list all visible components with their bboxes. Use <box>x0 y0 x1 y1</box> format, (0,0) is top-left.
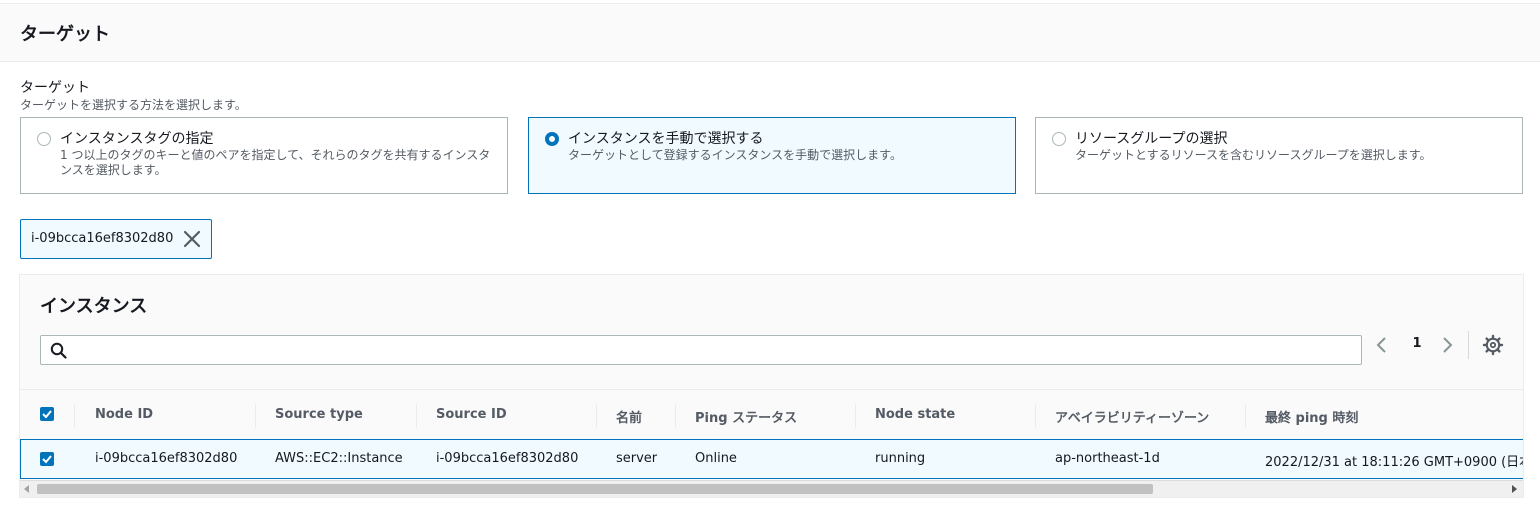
cell-last-ping: 2022/12/31 at 18:11:26 GMT+0900 (日本 <box>1265 455 1524 470</box>
page-number[interactable]: 1 <box>1406 336 1428 351</box>
tile-resource-group[interactable]: リソースグループの選択 ターゲットとするリソースを含むリソースグループを選択しま… <box>1035 117 1523 194</box>
cell-name: server <box>616 451 658 466</box>
column-header-last-ping[interactable]: 最終 ping 時刻 <box>1265 407 1358 426</box>
scroll-right-arrow-icon[interactable] <box>1512 485 1517 493</box>
column-separator <box>74 404 75 428</box>
table-header: Node ID Source type Source ID 名前 Ping ステ… <box>20 389 1523 439</box>
column-separator <box>1035 404 1036 428</box>
column-header-source-type[interactable]: Source type <box>275 407 363 422</box>
radio-manual-select[interactable] <box>545 132 559 146</box>
horizontal-scrollbar[interactable] <box>20 480 1523 497</box>
column-header-name[interactable]: 名前 <box>616 407 642 426</box>
close-icon[interactable] <box>181 228 203 250</box>
column-header-source-id[interactable]: Source ID <box>436 407 507 422</box>
cell-availability-zone: ap-northeast-1d <box>1055 451 1160 466</box>
tile-description: 1 つ以上のタグのキーと値のペアを指定して、それらのタグを共有するインスタンスを… <box>60 148 491 177</box>
select-all-checkbox[interactable] <box>40 407 54 421</box>
selected-instance-token: i-09bcca16ef8302d80 <box>20 219 212 259</box>
table-row[interactable]: i-09bcca16ef8302d80 AWS::EC2::Instance i… <box>20 439 1524 479</box>
panel-title: ターゲット <box>20 24 110 45</box>
column-separator <box>596 404 597 428</box>
search-icon <box>50 342 67 359</box>
column-header-node-state[interactable]: Node state <box>875 407 955 422</box>
column-header-availability-zone[interactable]: アベイラビリティーゾーン <box>1055 407 1209 426</box>
radio-instance-tags[interactable] <box>37 132 51 146</box>
instances-container: インスタンス 1 Node ID Source type Source ID 名… <box>19 274 1524 498</box>
cell-node-id: i-09bcca16ef8302d80 <box>95 451 238 466</box>
tile-manual-select[interactable]: インスタンスを手動で選択する ターゲットとして登録するインスタンスを手動で選択し… <box>528 117 1016 194</box>
tile-description: ターゲットとして登録するインスタンスを手動で選択します。 <box>568 148 902 162</box>
radio-resource-group[interactable] <box>1052 132 1066 146</box>
target-field-description: ターゲットを選択する方法を選択します。 <box>20 98 247 112</box>
cell-source-id: i-09bcca16ef8302d80 <box>436 451 579 466</box>
chevron-right-icon[interactable] <box>1435 333 1459 357</box>
panel-header: ターゲット <box>0 3 1540 62</box>
column-separator <box>255 404 256 428</box>
token-label: i-09bcca16ef8302d80 <box>31 231 174 246</box>
tile-label: リソースグループの選択 <box>1075 131 1228 147</box>
scroll-left-arrow-icon[interactable] <box>24 485 29 493</box>
search-box <box>40 335 1362 365</box>
target-field-label: ターゲット <box>20 80 90 96</box>
cell-node-state: running <box>875 451 926 466</box>
cell-ping-status: Online <box>695 451 737 466</box>
divider <box>1468 331 1469 359</box>
row-checkbox[interactable] <box>40 452 54 466</box>
search-input[interactable] <box>75 336 1355 364</box>
column-header-node-id[interactable]: Node ID <box>95 407 153 422</box>
tile-label: インスタンスタグの指定 <box>60 131 214 147</box>
tile-description: ターゲットとするリソースを含むリソースグループを選択します。 <box>1075 148 1432 162</box>
column-header-ping-status[interactable]: Ping ステータス <box>695 407 797 426</box>
column-separator <box>855 404 856 428</box>
scrollbar-thumb[interactable] <box>37 484 1153 494</box>
column-separator <box>1245 404 1246 428</box>
cell-source-type: AWS::EC2::Instance <box>275 451 403 466</box>
instances-title: インスタンス <box>40 296 148 317</box>
tile-instance-tags[interactable]: インスタンスタグの指定 1 つ以上のタグのキーと値のペアを指定して、それらのタグ… <box>20 117 508 194</box>
column-separator <box>675 404 676 428</box>
tile-label: インスタンスを手動で選択する <box>568 131 764 147</box>
chevron-left-icon[interactable] <box>1370 333 1394 357</box>
gear-icon[interactable] <box>1481 333 1505 357</box>
column-separator <box>416 404 417 428</box>
